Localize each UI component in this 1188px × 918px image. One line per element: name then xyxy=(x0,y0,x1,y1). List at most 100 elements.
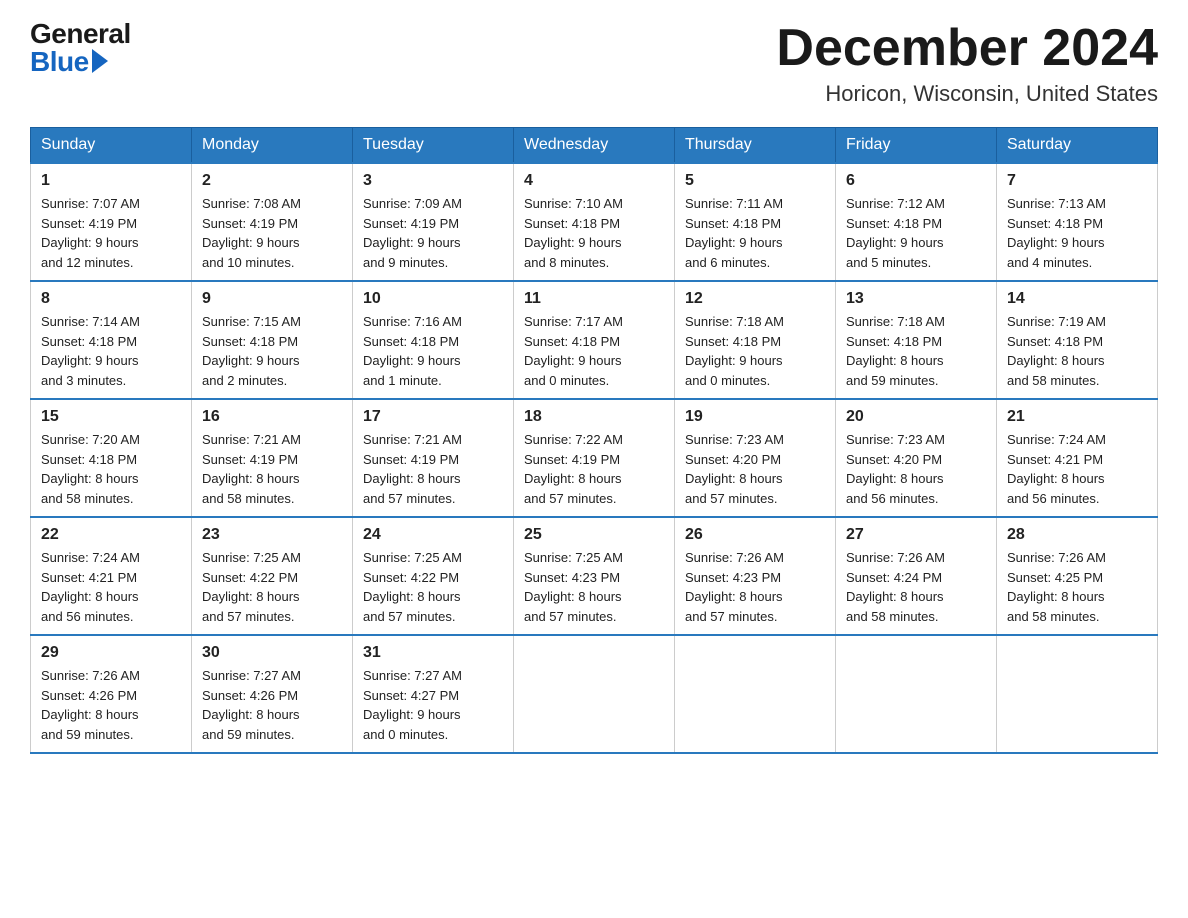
table-row: 17 Sunrise: 7:21 AM Sunset: 4:19 PM Dayl… xyxy=(353,399,514,517)
table-row: 9 Sunrise: 7:15 AM Sunset: 4:18 PM Dayli… xyxy=(192,281,353,399)
table-row: 27 Sunrise: 7:26 AM Sunset: 4:24 PM Dayl… xyxy=(836,517,997,635)
day-number: 28 xyxy=(1007,526,1147,544)
day-info: Sunrise: 7:23 AM Sunset: 4:20 PM Dayligh… xyxy=(846,430,986,508)
logo-general-text: General xyxy=(30,20,131,48)
location-subtitle: Horicon, Wisconsin, United States xyxy=(776,81,1158,107)
day-number: 30 xyxy=(202,644,342,662)
table-row: 14 Sunrise: 7:19 AM Sunset: 4:18 PM Dayl… xyxy=(997,281,1158,399)
day-number: 13 xyxy=(846,290,986,308)
day-info: Sunrise: 7:15 AM Sunset: 4:18 PM Dayligh… xyxy=(202,312,342,390)
day-info: Sunrise: 7:12 AM Sunset: 4:18 PM Dayligh… xyxy=(846,194,986,272)
calendar-header-row: Sunday Monday Tuesday Wednesday Thursday… xyxy=(31,128,1158,164)
day-number: 27 xyxy=(846,526,986,544)
table-row: 1 Sunrise: 7:07 AM Sunset: 4:19 PM Dayli… xyxy=(31,163,192,281)
day-info: Sunrise: 7:07 AM Sunset: 4:19 PM Dayligh… xyxy=(41,194,181,272)
day-number: 5 xyxy=(685,172,825,190)
day-info: Sunrise: 7:18 AM Sunset: 4:18 PM Dayligh… xyxy=(846,312,986,390)
day-info: Sunrise: 7:16 AM Sunset: 4:18 PM Dayligh… xyxy=(363,312,503,390)
table-row: 10 Sunrise: 7:16 AM Sunset: 4:18 PM Dayl… xyxy=(353,281,514,399)
table-row xyxy=(836,635,997,753)
table-row xyxy=(514,635,675,753)
logo-blue-text: Blue xyxy=(30,48,131,76)
table-row: 16 Sunrise: 7:21 AM Sunset: 4:19 PM Dayl… xyxy=(192,399,353,517)
day-info: Sunrise: 7:20 AM Sunset: 4:18 PM Dayligh… xyxy=(41,430,181,508)
table-row: 2 Sunrise: 7:08 AM Sunset: 4:19 PM Dayli… xyxy=(192,163,353,281)
day-number: 3 xyxy=(363,172,503,190)
table-row: 13 Sunrise: 7:18 AM Sunset: 4:18 PM Dayl… xyxy=(836,281,997,399)
page-header: General Blue December 2024 Horicon, Wisc… xyxy=(30,20,1158,107)
table-row xyxy=(997,635,1158,753)
logo-arrow-icon xyxy=(92,49,108,73)
day-info: Sunrise: 7:21 AM Sunset: 4:19 PM Dayligh… xyxy=(363,430,503,508)
day-number: 15 xyxy=(41,408,181,426)
day-number: 11 xyxy=(524,290,664,308)
day-info: Sunrise: 7:21 AM Sunset: 4:19 PM Dayligh… xyxy=(202,430,342,508)
table-row: 31 Sunrise: 7:27 AM Sunset: 4:27 PM Dayl… xyxy=(353,635,514,753)
table-row: 30 Sunrise: 7:27 AM Sunset: 4:26 PM Dayl… xyxy=(192,635,353,753)
day-number: 19 xyxy=(685,408,825,426)
day-info: Sunrise: 7:24 AM Sunset: 4:21 PM Dayligh… xyxy=(41,548,181,626)
table-row xyxy=(675,635,836,753)
day-number: 22 xyxy=(41,526,181,544)
day-info: Sunrise: 7:17 AM Sunset: 4:18 PM Dayligh… xyxy=(524,312,664,390)
col-friday: Friday xyxy=(836,128,997,164)
calendar-table: Sunday Monday Tuesday Wednesday Thursday… xyxy=(30,127,1158,754)
table-row: 8 Sunrise: 7:14 AM Sunset: 4:18 PM Dayli… xyxy=(31,281,192,399)
table-row: 29 Sunrise: 7:26 AM Sunset: 4:26 PM Dayl… xyxy=(31,635,192,753)
day-info: Sunrise: 7:23 AM Sunset: 4:20 PM Dayligh… xyxy=(685,430,825,508)
day-number: 1 xyxy=(41,172,181,190)
col-monday: Monday xyxy=(192,128,353,164)
day-number: 26 xyxy=(685,526,825,544)
calendar-week-row: 1 Sunrise: 7:07 AM Sunset: 4:19 PM Dayli… xyxy=(31,163,1158,281)
day-info: Sunrise: 7:18 AM Sunset: 4:18 PM Dayligh… xyxy=(685,312,825,390)
table-row: 20 Sunrise: 7:23 AM Sunset: 4:20 PM Dayl… xyxy=(836,399,997,517)
calendar-week-row: 15 Sunrise: 7:20 AM Sunset: 4:18 PM Dayl… xyxy=(31,399,1158,517)
day-info: Sunrise: 7:09 AM Sunset: 4:19 PM Dayligh… xyxy=(363,194,503,272)
day-number: 12 xyxy=(685,290,825,308)
table-row: 28 Sunrise: 7:26 AM Sunset: 4:25 PM Dayl… xyxy=(997,517,1158,635)
day-number: 4 xyxy=(524,172,664,190)
table-row: 25 Sunrise: 7:25 AM Sunset: 4:23 PM Dayl… xyxy=(514,517,675,635)
table-row: 4 Sunrise: 7:10 AM Sunset: 4:18 PM Dayli… xyxy=(514,163,675,281)
table-row: 3 Sunrise: 7:09 AM Sunset: 4:19 PM Dayli… xyxy=(353,163,514,281)
col-thursday: Thursday xyxy=(675,128,836,164)
table-row: 12 Sunrise: 7:18 AM Sunset: 4:18 PM Dayl… xyxy=(675,281,836,399)
day-info: Sunrise: 7:13 AM Sunset: 4:18 PM Dayligh… xyxy=(1007,194,1147,272)
table-row: 23 Sunrise: 7:25 AM Sunset: 4:22 PM Dayl… xyxy=(192,517,353,635)
table-row: 24 Sunrise: 7:25 AM Sunset: 4:22 PM Dayl… xyxy=(353,517,514,635)
table-row: 19 Sunrise: 7:23 AM Sunset: 4:20 PM Dayl… xyxy=(675,399,836,517)
col-tuesday: Tuesday xyxy=(353,128,514,164)
day-info: Sunrise: 7:22 AM Sunset: 4:19 PM Dayligh… xyxy=(524,430,664,508)
day-number: 10 xyxy=(363,290,503,308)
day-number: 7 xyxy=(1007,172,1147,190)
day-number: 17 xyxy=(363,408,503,426)
day-info: Sunrise: 7:26 AM Sunset: 4:23 PM Dayligh… xyxy=(685,548,825,626)
day-number: 25 xyxy=(524,526,664,544)
day-number: 24 xyxy=(363,526,503,544)
month-year-title: December 2024 xyxy=(776,20,1158,77)
table-row: 21 Sunrise: 7:24 AM Sunset: 4:21 PM Dayl… xyxy=(997,399,1158,517)
title-block: December 2024 Horicon, Wisconsin, United… xyxy=(776,20,1158,107)
logo: General Blue xyxy=(30,20,131,76)
day-info: Sunrise: 7:25 AM Sunset: 4:22 PM Dayligh… xyxy=(202,548,342,626)
day-number: 20 xyxy=(846,408,986,426)
calendar-week-row: 8 Sunrise: 7:14 AM Sunset: 4:18 PM Dayli… xyxy=(31,281,1158,399)
day-info: Sunrise: 7:24 AM Sunset: 4:21 PM Dayligh… xyxy=(1007,430,1147,508)
table-row: 18 Sunrise: 7:22 AM Sunset: 4:19 PM Dayl… xyxy=(514,399,675,517)
day-number: 6 xyxy=(846,172,986,190)
col-wednesday: Wednesday xyxy=(514,128,675,164)
table-row: 6 Sunrise: 7:12 AM Sunset: 4:18 PM Dayli… xyxy=(836,163,997,281)
calendar-week-row: 22 Sunrise: 7:24 AM Sunset: 4:21 PM Dayl… xyxy=(31,517,1158,635)
day-info: Sunrise: 7:10 AM Sunset: 4:18 PM Dayligh… xyxy=(524,194,664,272)
day-number: 31 xyxy=(363,644,503,662)
table-row: 11 Sunrise: 7:17 AM Sunset: 4:18 PM Dayl… xyxy=(514,281,675,399)
day-info: Sunrise: 7:26 AM Sunset: 4:26 PM Dayligh… xyxy=(41,666,181,744)
day-info: Sunrise: 7:25 AM Sunset: 4:23 PM Dayligh… xyxy=(524,548,664,626)
col-sunday: Sunday xyxy=(31,128,192,164)
day-info: Sunrise: 7:14 AM Sunset: 4:18 PM Dayligh… xyxy=(41,312,181,390)
day-info: Sunrise: 7:27 AM Sunset: 4:26 PM Dayligh… xyxy=(202,666,342,744)
table-row: 5 Sunrise: 7:11 AM Sunset: 4:18 PM Dayli… xyxy=(675,163,836,281)
table-row: 15 Sunrise: 7:20 AM Sunset: 4:18 PM Dayl… xyxy=(31,399,192,517)
day-number: 8 xyxy=(41,290,181,308)
day-info: Sunrise: 7:19 AM Sunset: 4:18 PM Dayligh… xyxy=(1007,312,1147,390)
